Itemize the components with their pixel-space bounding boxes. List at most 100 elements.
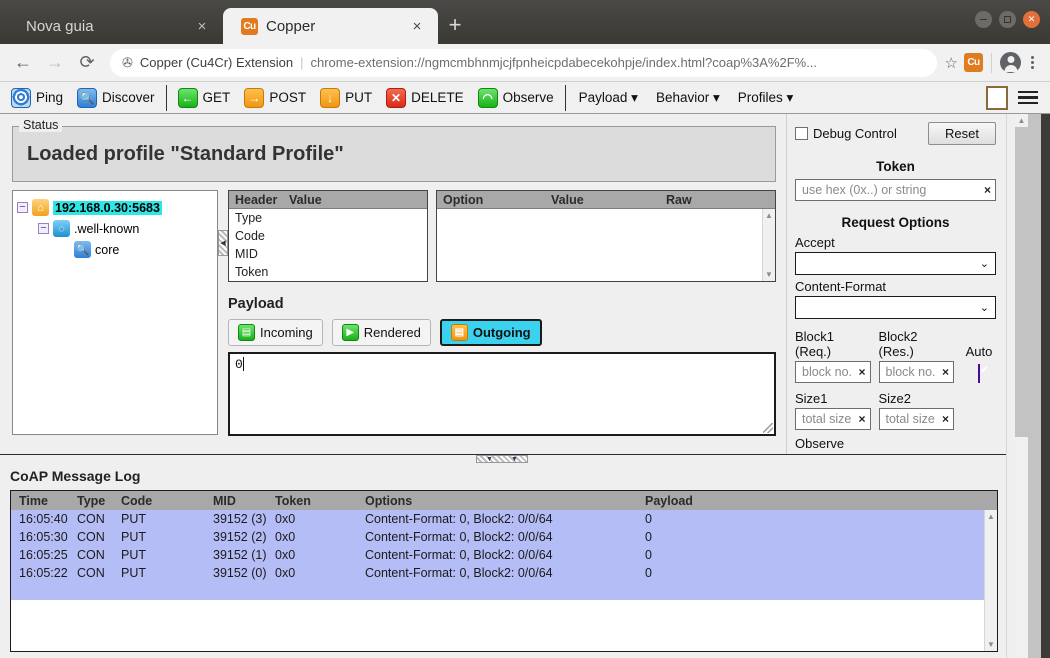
minimize-icon[interactable] — [975, 11, 992, 28]
close-icon[interactable]: × — [408, 17, 426, 35]
observe-button[interactable]: ◠ Observe — [471, 84, 561, 112]
tree-node-well-known[interactable]: − ◌ .well-known — [17, 218, 213, 239]
post-button[interactable]: → POST — [237, 84, 313, 112]
forward-icon[interactable]: → — [40, 48, 70, 78]
scroll-up-icon[interactable]: ▲ — [1015, 114, 1028, 127]
scroll-up-icon[interactable]: ▲ — [763, 209, 775, 222]
block2-input[interactable]: block no. × — [878, 361, 954, 383]
debug-control-row: Debug Control Reset — [795, 122, 996, 145]
block1-input[interactable]: block no. × — [795, 361, 871, 383]
cell-time: 16:05:22 — [19, 566, 68, 580]
payload-menu[interactable]: Payload ▾ — [570, 90, 647, 106]
search-icon: 🔍 — [74, 241, 91, 258]
cell-time: 16:05:30 — [19, 530, 68, 544]
clear-icon[interactable]: × — [942, 365, 949, 379]
delete-label: DELETE — [411, 90, 464, 105]
table-row[interactable]: 16:05:22 CON PUT 39152 (0) 0x0 Content-F… — [11, 564, 997, 582]
close-icon[interactable]: × — [193, 17, 211, 35]
accept-select[interactable]: ⌄ — [795, 252, 996, 275]
table-row[interactable]: Token — [229, 263, 427, 281]
browser-tab-nova-guia[interactable]: Nova guia × — [8, 8, 223, 44]
reset-button[interactable]: Reset — [928, 122, 996, 145]
ping-button[interactable]: Ping — [4, 84, 70, 112]
header-table[interactable]: Header Value Type Code MID Token — [228, 190, 428, 282]
chrome-menu-icon[interactable] — [1023, 56, 1042, 69]
status-fieldset: Status Loaded profile "Standard Profile" — [12, 118, 776, 182]
table-row[interactable]: Code — [229, 227, 427, 245]
table-row[interactable]: 16:05:30 CON PUT 39152 (2) 0x0 Content-F… — [11, 528, 997, 546]
chevron-down-icon: ⌄ — [979, 302, 989, 314]
copper-extension-icon[interactable]: Cu — [964, 53, 983, 72]
token-input[interactable]: use hex (0x..) or string × — [795, 179, 996, 201]
tab-incoming[interactable]: ▤ Incoming — [228, 319, 323, 346]
scroll-up-icon[interactable]: ▲ — [985, 510, 997, 523]
clear-icon[interactable]: × — [858, 412, 865, 426]
auto-checkbox[interactable] — [978, 364, 980, 383]
extension-puzzle-icon: ✇ — [122, 54, 133, 70]
discover-button[interactable]: 🔍 Discover — [70, 84, 162, 112]
get-button[interactable]: ← GET — [171, 84, 238, 112]
window-edge — [1041, 114, 1050, 658]
horizontal-splitter[interactable]: ▼ ▼ — [0, 454, 1006, 463]
size-fields-row: total size × total size × — [795, 408, 996, 430]
size2-input[interactable]: total size × — [878, 408, 954, 430]
vertical-splitter[interactable]: ◀ — [218, 190, 228, 295]
debug-control-checkbox[interactable]: Debug Control — [795, 126, 897, 141]
globe-icon: ◌ — [53, 220, 70, 237]
collapse-icon[interactable]: − — [17, 202, 28, 213]
collapse-icon[interactable]: − — [38, 223, 49, 234]
checkbox-icon[interactable] — [795, 127, 808, 140]
option-table-scrollbar[interactable]: ▲ ▼ — [762, 209, 775, 281]
scroll-down-icon[interactable]: ▼ — [763, 268, 775, 281]
incoming-icon: ▤ — [238, 324, 255, 341]
delete-button[interactable]: ✕ DELETE — [379, 84, 471, 112]
cell-code: PUT — [121, 512, 146, 526]
tree-node-core[interactable]: 🔍 core — [17, 239, 213, 260]
reload-icon[interactable]: ⟳ — [72, 48, 102, 78]
scrollbar-thumb[interactable] — [1015, 127, 1028, 437]
behavior-menu[interactable]: Behavior ▾ — [647, 90, 729, 106]
tab-rendered[interactable]: ▶ Rendered — [331, 319, 431, 346]
content-format-select[interactable]: ⌄ — [795, 296, 996, 319]
clear-icon[interactable]: × — [942, 412, 949, 426]
page-scrollbar[interactable]: ▲ — [1015, 114, 1028, 658]
clear-icon[interactable]: × — [858, 365, 865, 379]
tree-node-root[interactable]: − ⌂ 192.168.0.30:5683 — [17, 197, 213, 218]
scroll-down-icon[interactable]: ▼ — [985, 638, 997, 651]
address-bar[interactable]: ✇ Copper (Cu4Cr) Extension | chrome-exte… — [110, 48, 937, 77]
cell-token: 0x0 — [275, 530, 296, 544]
tab-title: Nova guia — [26, 17, 94, 35]
tab-outgoing[interactable]: ▤ Outgoing — [439, 319, 542, 346]
table-row[interactable]: 16:05:40 CON PUT 39152 (3) 0x0 Content-F… — [11, 510, 997, 528]
size1-input[interactable]: total size × — [795, 408, 871, 430]
url-text: chrome-extension://ngmcmbhnmjcjfpnheicpd… — [310, 55, 818, 70]
new-tab-button[interactable]: + — [438, 8, 472, 42]
outer-scrollbar-track[interactable] — [1028, 114, 1041, 658]
cell-options: Content-Format: 0, Block2: 0/0/64 — [365, 566, 553, 580]
resource-tree[interactable]: − ⌂ 192.168.0.30:5683 − ◌ .well-known 🔍 … — [12, 190, 218, 435]
hamburger-menu-icon[interactable] — [1018, 90, 1038, 105]
log-scrollbar[interactable]: ▲ ▼ — [984, 510, 997, 651]
option-table[interactable]: Option Value Raw ▲ ▼ — [436, 190, 776, 282]
cell-token: 0x0 — [275, 548, 296, 562]
put-button[interactable]: ↓ PUT — [313, 84, 379, 112]
profile-avatar[interactable] — [1000, 52, 1021, 73]
resize-handle[interactable] — [763, 423, 773, 433]
maximize-icon[interactable] — [999, 11, 1016, 28]
browser-tab-copper[interactable]: Cu Copper × — [223, 8, 438, 44]
table-row[interactable]: Type — [229, 209, 427, 227]
table-row[interactable]: 16:05:25 CON PUT 39152 (1) 0x0 Content-F… — [11, 546, 997, 564]
block2-label: Block2 (Res.) — [878, 329, 918, 359]
payload-textarea[interactable]: 0 — [228, 352, 776, 436]
close-icon[interactable]: ✕ — [1023, 11, 1040, 28]
back-icon[interactable]: ← — [8, 48, 38, 78]
log-table[interactable]: Time Type Code MID Token Options Payload… — [10, 490, 998, 652]
clear-icon[interactable]: × — [984, 183, 991, 197]
column-header: Raw — [666, 192, 692, 207]
splitter-handle[interactable]: ◀ — [218, 229, 228, 256]
cell-payload: 0 — [645, 566, 652, 580]
table-row[interactable]: MID — [229, 245, 427, 263]
square-box-icon[interactable] — [986, 85, 1008, 110]
bookmark-star-icon[interactable]: ☆ — [945, 54, 962, 72]
profiles-menu[interactable]: Profiles ▾ — [729, 90, 803, 106]
